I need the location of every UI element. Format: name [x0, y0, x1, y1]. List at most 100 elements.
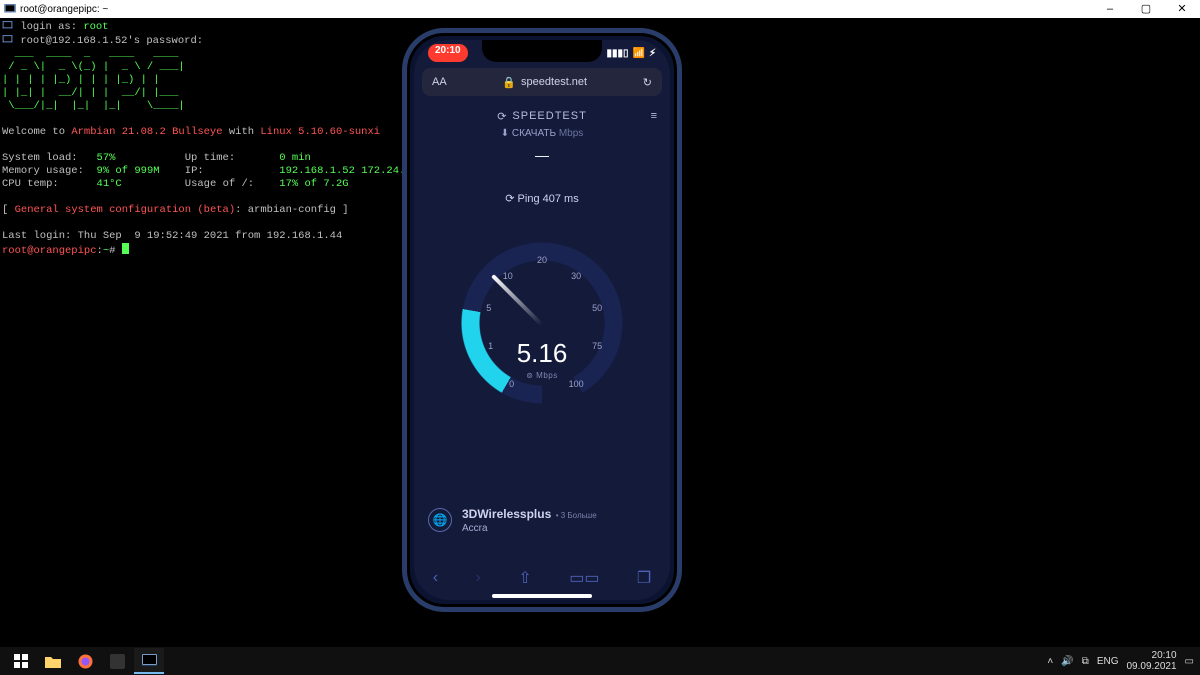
server-name: 3DWirelessplus	[462, 507, 551, 521]
login-user: root	[83, 21, 108, 33]
menu-button[interactable]: ≡	[651, 110, 658, 122]
tray-sound-icon[interactable]: 🔊	[1061, 656, 1073, 667]
putty-icon	[142, 654, 157, 667]
cfg-bracket-close: : armbian-config ]	[235, 204, 348, 216]
login-label: login as:	[20, 21, 83, 33]
text-size-button[interactable]: AA	[432, 76, 447, 88]
reload-button[interactable]: ↻	[643, 76, 652, 89]
prompt-symbol: #	[109, 245, 122, 257]
gauge-value: 5.16	[517, 338, 568, 368]
phone-frame: 20:10 ▮▮▮▯ 📶 ⚡︎ AA 🔒 speedtest.net ↻ ⟳ S…	[402, 28, 682, 612]
tabs-button[interactable]: ❐	[637, 568, 651, 588]
gauge-tick-30: 30	[571, 271, 581, 281]
cpu-value: 41°C	[97, 178, 122, 190]
cfg-bracket-open: [	[2, 204, 15, 216]
signal-icon: ▮▮▮▯	[607, 48, 629, 59]
phone-screen: 20:10 ▮▮▮▯ 📶 ⚡︎ AA 🔒 speedtest.net ↻ ⟳ S…	[414, 40, 670, 600]
safari-toolbar: ‹ › ⇧ ▭▭ ❐	[414, 564, 670, 592]
gauge-tick-0: 0	[509, 379, 514, 389]
welcome-kernel: Linux 5.10.60-sunxi	[260, 126, 380, 138]
speedtest-header: ⟳ SPEEDTEST ≡	[414, 102, 670, 130]
tray-network-icon[interactable]: ⧉	[1082, 656, 1089, 667]
gauge-readout: 5.16 ⊚ Mbps	[517, 338, 568, 380]
clock-date: 09.09.2021	[1126, 661, 1176, 672]
windows-logo-icon	[14, 654, 28, 668]
uptime-value: 0 min	[279, 152, 311, 164]
window-maximize-button[interactable]: ▢	[1128, 0, 1164, 18]
tray-clock[interactable]: 20:10 09.09.2021	[1126, 650, 1176, 672]
welcome-os: Armbian 21.08.2 Bullseye	[71, 126, 222, 138]
speedtest-logo-icon: ⟳	[497, 110, 507, 123]
banner-line-5: \___/|_| |_| |_| \____|	[2, 100, 185, 112]
battery-icon: ⚡︎	[649, 48, 656, 59]
start-button[interactable]	[6, 648, 36, 674]
globe-icon: 🌐	[428, 508, 452, 532]
last-login: Last login: Thu Sep 9 19:52:49 2021 from…	[2, 230, 342, 242]
banner-line-3: | | | | |_) | | | |_) | |	[2, 74, 185, 86]
nav-back-button[interactable]: ‹	[433, 569, 438, 587]
usage-value: 17% of 7.2G	[279, 178, 348, 190]
download-label: ⬇ СКАЧАТЬ	[501, 128, 556, 139]
ping-label: ⟳ Ping 407 ms	[414, 192, 670, 205]
mem-label: Memory usage:	[2, 165, 84, 177]
gauge-unit: ⊚ Mbps	[517, 371, 568, 380]
mem-value: 9% of 999M	[97, 165, 160, 177]
gauge-tick-50: 50	[592, 303, 602, 313]
url-host: speedtest.net	[521, 76, 587, 88]
home-indicator[interactable]	[492, 594, 592, 598]
tray-action-center-button[interactable]: ▭	[1185, 656, 1194, 667]
server-location: Accra	[462, 523, 597, 534]
server-more: • 3 Больше	[556, 511, 597, 520]
cursor-icon	[122, 243, 129, 254]
share-button[interactable]: ⇧	[518, 568, 531, 588]
window-minimize-button[interactable]: –	[1092, 0, 1128, 18]
taskbar-putty-button[interactable]	[134, 648, 164, 674]
gauge-tick-5: 5	[486, 303, 491, 313]
server-info[interactable]: 🌐 3DWirelessplus • 3 Больше Accra	[428, 505, 656, 534]
taskbar-app-button[interactable]	[102, 648, 132, 674]
prompt-user: root@orangepipc	[2, 245, 97, 257]
banner-line-2: / _ \| _ \(_) | _ \ / ___|	[2, 61, 185, 73]
windows-taskbar: ˄ 🔊 ⧉ ENG 20:10 09.09.2021 ▭	[0, 647, 1200, 675]
gauge-tick-10: 10	[503, 271, 513, 281]
folder-icon	[45, 655, 61, 668]
ip-label: IP:	[185, 165, 204, 177]
bookmarks-button[interactable]: ▭▭	[569, 568, 599, 588]
putty-icon	[4, 3, 16, 15]
status-time[interactable]: 20:10	[428, 44, 468, 62]
generic-app-icon	[110, 654, 125, 669]
clock-time: 20:10	[1126, 650, 1176, 661]
password-prompt: root@192.168.1.52's password:	[20, 35, 203, 47]
speed-gauge: 0 1 5 10 20 30 50 75 100 5.16 ⊚ Mbps	[447, 228, 637, 418]
usage-label: Usage of /:	[185, 178, 254, 190]
uptime-label: Up time:	[185, 152, 235, 164]
cpu-label: CPU temp:	[2, 178, 59, 190]
status-bar: 20:10 ▮▮▮▯ 📶 ⚡︎	[414, 44, 670, 62]
window-title: root@orangepipc: ~	[20, 4, 108, 15]
wifi-icon: 📶	[633, 48, 645, 59]
speedtest-brand: SPEEDTEST	[512, 110, 586, 122]
taskbar-firefox-button[interactable]	[70, 648, 100, 674]
gauge-tick-75: 75	[592, 341, 602, 351]
gauge-tick-20: 20	[537, 255, 547, 265]
lock-icon: 🔒	[502, 76, 516, 89]
download-unit: Mbps	[559, 128, 583, 139]
window-titlebar: root@orangepipc: ~ – ▢ ✕	[0, 0, 1200, 18]
banner-line-4: | |_| | __/| | | __/| |___	[2, 87, 185, 99]
download-value: —	[414, 147, 670, 163]
firefox-icon	[78, 654, 93, 669]
gauge-tick-1: 1	[488, 341, 493, 351]
cfg-label: General system configuration (beta)	[15, 204, 236, 216]
welcome-pre: Welcome to	[2, 126, 71, 138]
welcome-mid: with	[223, 126, 261, 138]
nav-forward-button[interactable]: ›	[476, 569, 481, 587]
sysload-value: 57%	[97, 152, 116, 164]
tray-chevron-button[interactable]: ˄	[1047, 656, 1053, 667]
safari-address-bar[interactable]: AA 🔒 speedtest.net ↻	[422, 68, 662, 96]
terminal[interactable]: login as: root root@192.168.1.52's passw…	[2, 20, 424, 258]
taskbar-explorer-button[interactable]	[38, 648, 68, 674]
gauge-tick-100: 100	[569, 379, 584, 389]
banner-line-1: ___ ____ _ ____ ____	[2, 48, 185, 60]
tray-language-button[interactable]: ENG	[1097, 656, 1119, 667]
window-close-button[interactable]: ✕	[1164, 0, 1200, 18]
